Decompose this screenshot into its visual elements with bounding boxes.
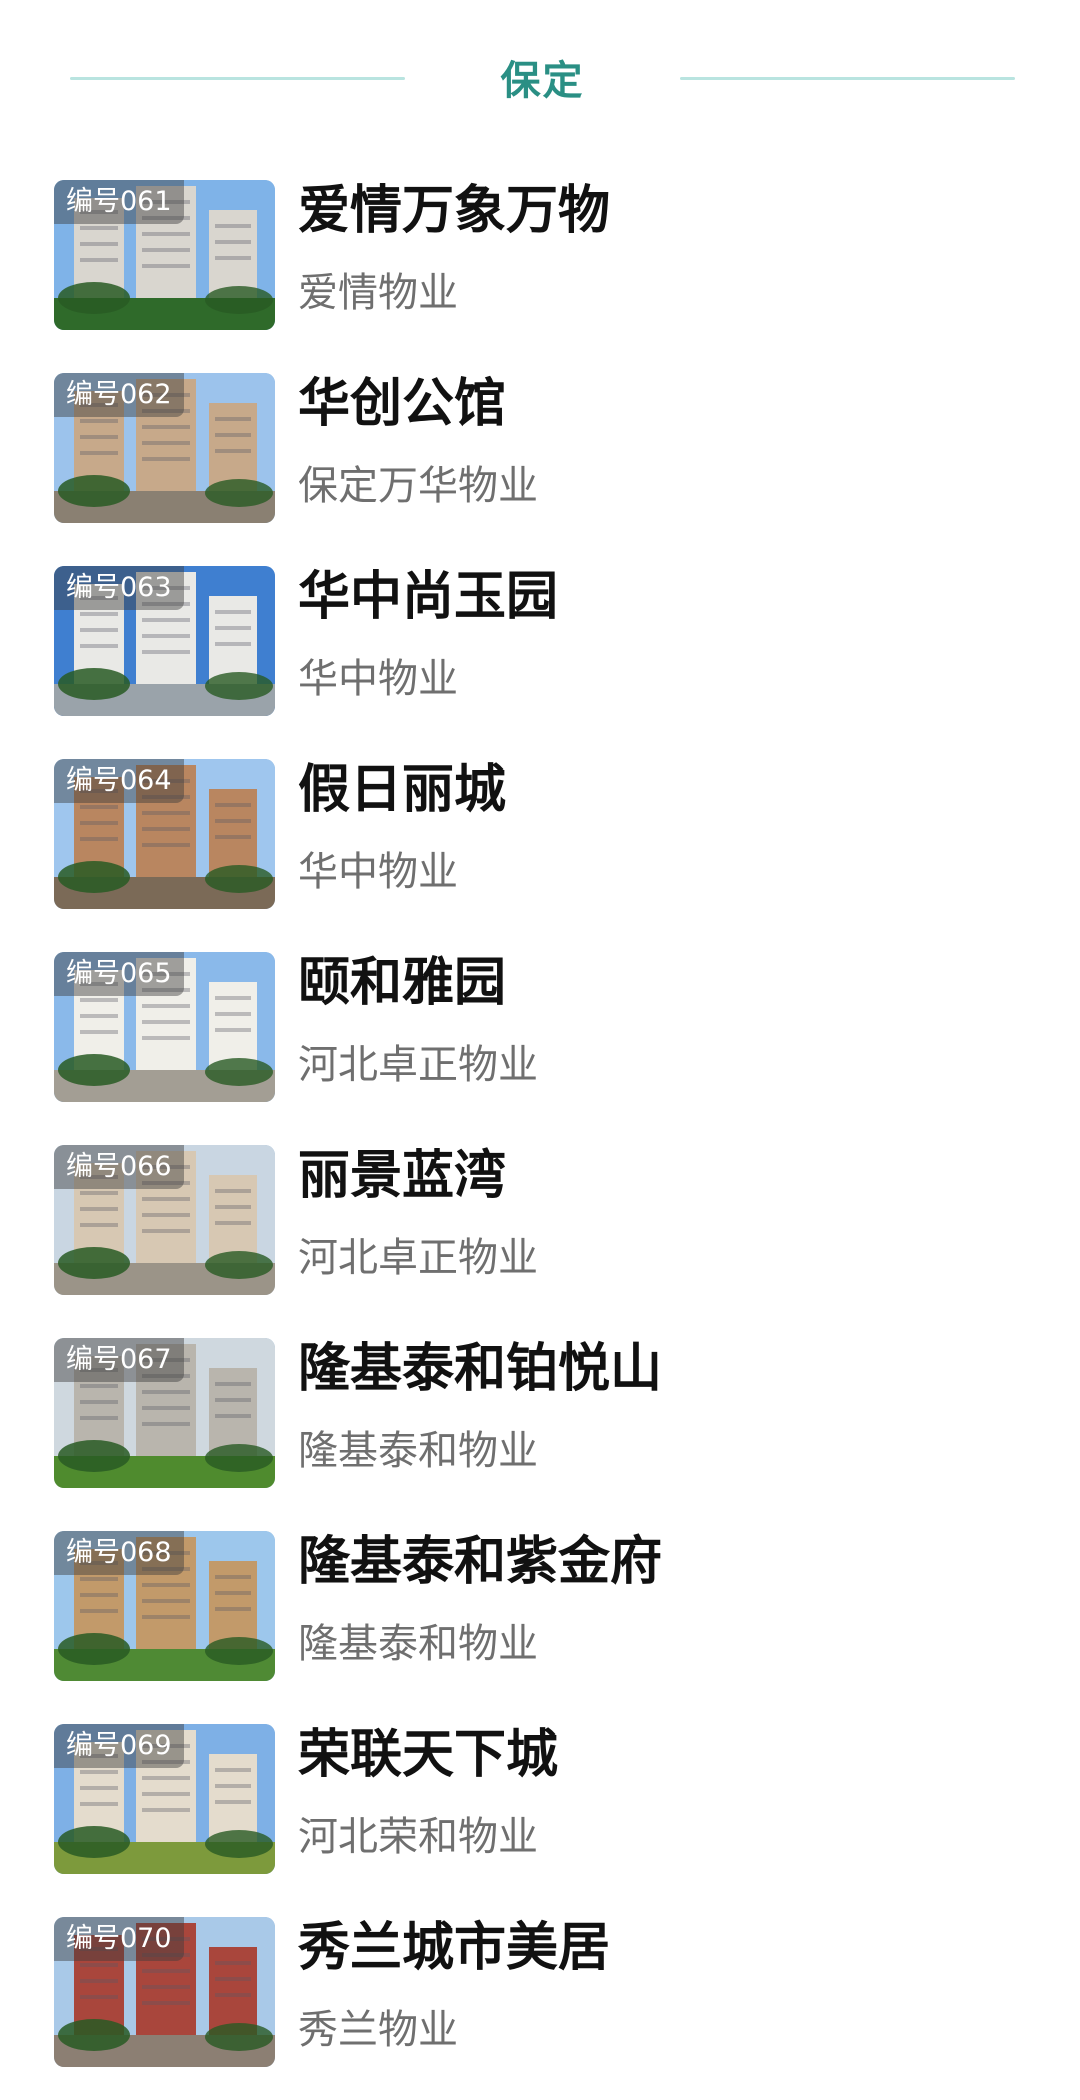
property-thumbnail[interactable]: 编号068 (54, 1531, 275, 1681)
property-management-company: 隆基泰和物业 (298, 1621, 538, 1667)
item-number-badge: 编号067 (54, 1338, 184, 1382)
list-item[interactable]: 编号062 华创公馆 保定万华物业 (0, 373, 1080, 566)
property-thumbnail[interactable]: 编号069 (54, 1724, 275, 1874)
item-number-badge: 编号063 (54, 566, 184, 610)
item-number-badge: 编号061 (54, 180, 184, 224)
list-item[interactable]: 编号068 隆基泰和紫金府 隆基泰和物业 (0, 1531, 1080, 1724)
property-name[interactable]: 荣联天下城 (298, 1724, 558, 1786)
item-number-badge: 编号062 (54, 373, 184, 417)
property-management-company: 秀兰物业 (298, 2007, 458, 2053)
list-item[interactable]: 编号065 颐和雅园 河北卓正物业 (0, 952, 1080, 1145)
property-thumbnail[interactable]: 编号067 (54, 1338, 275, 1488)
section-title: 保定 (500, 58, 585, 104)
property-thumbnail[interactable]: 编号062 (54, 373, 275, 523)
property-thumbnail[interactable]: 编号061 (54, 180, 275, 330)
item-number-badge: 编号065 (54, 952, 184, 996)
property-thumbnail[interactable]: 编号065 (54, 952, 275, 1102)
list-item[interactable]: 编号064 假日丽城 华中物业 (0, 759, 1080, 952)
property-thumbnail[interactable]: 编号064 (54, 759, 275, 909)
property-name[interactable]: 颐和雅园 (298, 952, 506, 1014)
list-item[interactable]: 编号069 荣联天下城 河北荣和物业 (0, 1724, 1080, 1917)
property-name[interactable]: 假日丽城 (298, 759, 506, 821)
list-item[interactable]: 编号067 隆基泰和铂悦山 隆基泰和物业 (0, 1338, 1080, 1531)
list-item[interactable]: 编号061 爱情万象万物 爱情物业 (0, 180, 1080, 373)
property-name[interactable]: 华创公馆 (298, 373, 506, 435)
property-name[interactable]: 爱情万象万物 (298, 180, 610, 242)
property-management-company: 隆基泰和物业 (298, 1428, 538, 1474)
property-name[interactable]: 秀兰城市美居 (298, 1917, 610, 1979)
property-list: 编号061 爱情万象万物 爱情物业 编号062 华创公馆 保定万华物业 编号06… (0, 180, 1080, 2100)
property-management-company: 华中物业 (298, 656, 458, 702)
header-divider-right (680, 77, 1015, 80)
property-name[interactable]: 隆基泰和铂悦山 (298, 1338, 662, 1400)
header-divider-left (70, 77, 405, 80)
property-thumbnail[interactable]: 编号063 (54, 566, 275, 716)
item-number-badge: 编号064 (54, 759, 184, 803)
property-management-company: 河北卓正物业 (298, 1042, 538, 1088)
list-item[interactable]: 编号066 丽景蓝湾 河北卓正物业 (0, 1145, 1080, 1338)
property-management-company: 爱情物业 (298, 270, 458, 316)
property-name[interactable]: 华中尚玉园 (298, 566, 558, 628)
list-item[interactable]: 编号063 华中尚玉园 华中物业 (0, 566, 1080, 759)
item-number-badge: 编号068 (54, 1531, 184, 1575)
section-header: 保定 (0, 42, 1080, 112)
item-number-badge: 编号066 (54, 1145, 184, 1189)
item-number-badge: 编号069 (54, 1724, 184, 1768)
property-name[interactable]: 隆基泰和紫金府 (298, 1531, 662, 1593)
property-thumbnail[interactable]: 编号066 (54, 1145, 275, 1295)
property-management-company: 河北荣和物业 (298, 1814, 538, 1860)
property-management-company: 河北卓正物业 (298, 1235, 538, 1281)
item-number-badge: 编号070 (54, 1917, 184, 1961)
list-item[interactable]: 编号070 秀兰城市美居 秀兰物业 (0, 1917, 1080, 2100)
property-name[interactable]: 丽景蓝湾 (298, 1145, 506, 1207)
property-thumbnail[interactable]: 编号070 (54, 1917, 275, 2067)
property-management-company: 华中物业 (298, 849, 458, 895)
property-management-company: 保定万华物业 (298, 463, 538, 509)
page: 保定 编号061 爱情万象万物 爱情物业 编号062 华创公馆 保定万华物业 编… (0, 0, 1080, 2100)
